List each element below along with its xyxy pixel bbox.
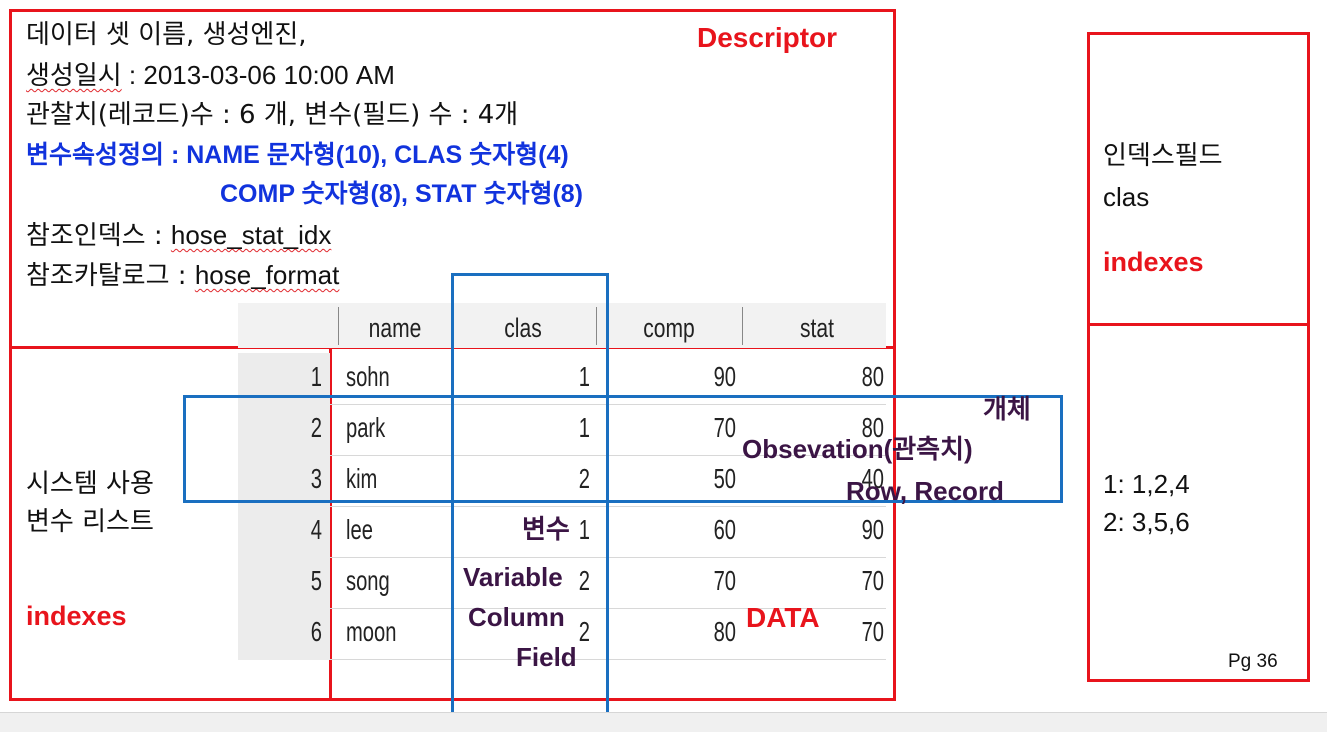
index-map-2: 2: 3,5,6 — [1103, 507, 1190, 537]
descriptor-line-1: 데이터 셋 이름, 생성엔진, — [26, 20, 307, 50]
row-record-label: Row, Record — [846, 476, 1004, 506]
data-label: DATA — [746, 602, 820, 633]
variable-label: Variable — [463, 562, 563, 592]
cell-name: song — [346, 565, 390, 596]
cell-name: sohn — [346, 361, 390, 392]
row-number: 5 — [310, 565, 322, 596]
cell-comp: 80 — [713, 616, 736, 647]
observation-kr-label: 개체 — [983, 394, 1031, 424]
observation-label: Obsevation(관측치) — [742, 434, 973, 464]
cell-name: moon — [346, 616, 397, 647]
ref-index-label: 참조인덱스 : — [26, 221, 171, 251]
cell-stat: 80 — [861, 361, 884, 392]
cell-stat: 70 — [861, 565, 884, 596]
column-header-comp: comp — [643, 313, 695, 343]
right-indexes-label: indexes — [1103, 247, 1204, 277]
descriptor-line-6: 참조인덱스 : hose_stat_idx — [26, 222, 331, 249]
header-separator — [742, 307, 743, 345]
row-number: 6 — [310, 616, 322, 647]
index-field-title: 인덱스필드 — [1103, 141, 1223, 171]
column-header-stat: stat — [800, 313, 834, 343]
descriptor-line-5: COMP 숫자형(8), STAT 숫자형(8) — [220, 180, 584, 208]
descriptor-line-2: 생성일시 : 2013-03-06 10:00 AM — [26, 62, 395, 89]
column-label: Column — [468, 602, 565, 632]
field-label: Field — [516, 642, 577, 672]
ref-catalog-label: 참조카탈로그 : — [26, 261, 195, 291]
index-field-name: clas — [1103, 182, 1150, 212]
variable-kr-label: 변수 — [522, 514, 570, 544]
descriptor-line-3: 관찰치(레코드)수 : 6 개, 변수(필드) 수 : 4개 — [26, 100, 519, 130]
bottom-bar — [0, 712, 1327, 732]
system-var-line-1: 시스템 사용 — [26, 469, 154, 499]
cell-name: lee — [346, 514, 373, 545]
index-map-1: 1: 1,2,4 — [1103, 469, 1190, 499]
header-separator — [338, 307, 339, 345]
row-number: 4 — [310, 514, 322, 545]
index-panel — [1087, 32, 1310, 682]
index-panel-divider — [1087, 323, 1310, 326]
left-indexes-label: indexes — [26, 601, 127, 631]
descriptor-line-7: 참조카탈로그 : hose_format — [26, 262, 339, 289]
row-number: 1 — [310, 361, 322, 392]
page-number: Pg 36 — [1228, 651, 1278, 672]
cell-stat: 90 — [861, 514, 884, 545]
created-value: : 2013-03-06 10:00 AM — [121, 60, 395, 90]
descriptor-label: Descriptor — [697, 22, 838, 53]
ref-index-value: hose_stat_idx — [170, 220, 332, 250]
cell-comp: 60 — [713, 514, 736, 545]
cell-comp: 90 — [713, 361, 736, 392]
created-label: 생성일시 — [26, 61, 122, 91]
system-var-line-2: 변수 리스트 — [26, 507, 154, 537]
ref-catalog-value: hose_format — [194, 260, 340, 290]
cell-comp: 70 — [713, 565, 736, 596]
descriptor-line-4: 변수속성정의 : NAME 문자형(10), CLAS 숫자형(4) — [26, 141, 569, 169]
column-header-name: name — [368, 313, 422, 343]
